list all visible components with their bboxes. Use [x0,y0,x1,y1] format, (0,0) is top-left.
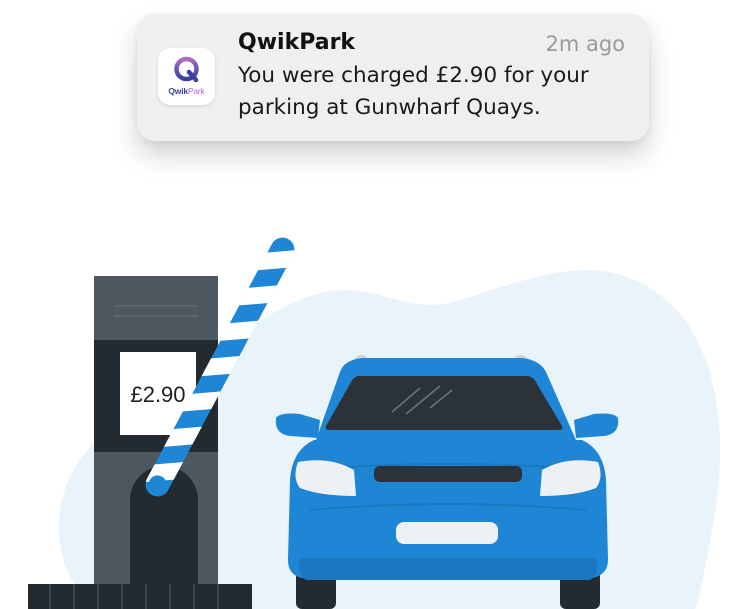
notification-message: You were charged £2.90 for your parking … [238,63,589,120]
price-display: £2.90 [130,382,185,407]
qwikpark-app-icon: QwikPark [158,48,215,105]
qwikpark-logo-icon [174,56,199,83]
app-wordmark: QwikPark [168,86,205,96]
notification-timestamp: 2m ago [545,32,625,56]
notification-app-name: QwikPark [238,30,356,55]
push-notification[interactable]: QwikPark QwikPark 2m ago You were charge… [137,14,649,141]
